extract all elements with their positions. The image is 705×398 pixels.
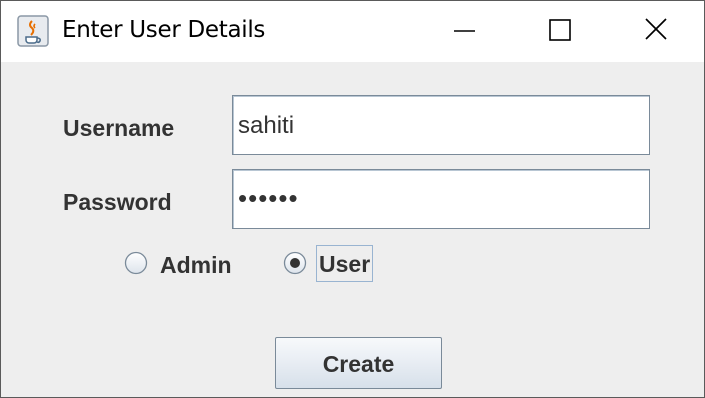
- username-field[interactable]: sahiti: [232, 95, 650, 155]
- maximize-icon: [549, 19, 571, 41]
- admin-radio[interactable]: [124, 251, 148, 275]
- dialog-window: Enter User Details Username sahiti Passw…: [0, 0, 705, 398]
- create-button[interactable]: Create: [275, 337, 442, 389]
- title-bar[interactable]: Enter User Details: [1, 1, 704, 62]
- username-value: sahiti: [238, 112, 295, 139]
- close-icon: [645, 18, 667, 40]
- username-label: Username: [63, 115, 175, 141]
- admin-radio-label[interactable]: Admin: [160, 252, 232, 279]
- create-button-label: Create: [322, 351, 395, 377]
- maximize-button[interactable]: [513, 1, 605, 59]
- minimize-button[interactable]: [419, 1, 511, 59]
- user-radio[interactable]: [283, 251, 307, 275]
- password-label: Password: [63, 189, 172, 215]
- password-field[interactable]: ••••••: [232, 169, 650, 229]
- radio-unselected-icon: [124, 251, 148, 275]
- close-button[interactable]: [609, 1, 701, 59]
- window-title: Enter User Details: [62, 17, 266, 43]
- java-cup-icon: [17, 15, 49, 47]
- radio-selected-icon: [283, 251, 307, 275]
- password-masked-value: ••••••: [238, 183, 299, 213]
- user-radio-label[interactable]: User: [316, 245, 374, 282]
- minimize-icon: [454, 30, 475, 32]
